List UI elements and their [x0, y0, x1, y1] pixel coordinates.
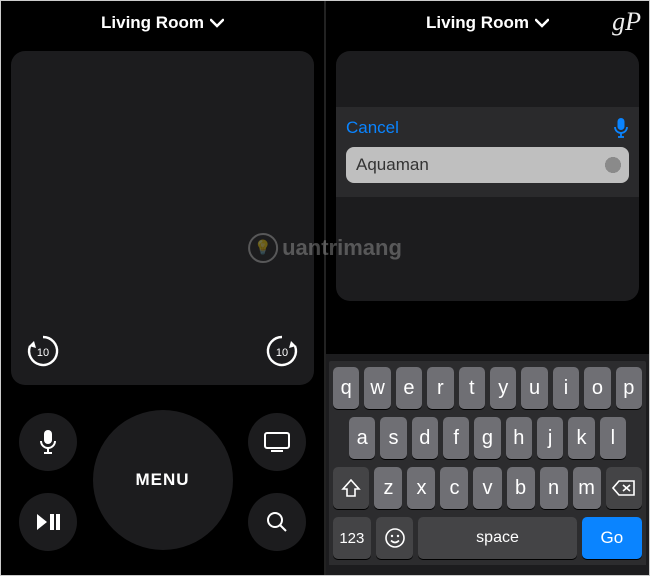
key-s[interactable]: s [380, 417, 406, 459]
shift-icon [341, 479, 361, 497]
emoji-key[interactable] [376, 517, 414, 559]
svg-text:10: 10 [37, 347, 49, 359]
backspace-key[interactable] [606, 467, 642, 509]
key-c[interactable]: c [440, 467, 468, 509]
search-button[interactable] [248, 493, 306, 551]
keyboard: qwertyuiop asdfghjkl zxcvbnm 123 [326, 354, 649, 575]
key-g[interactable]: g [474, 417, 500, 459]
touch-surface-right[interactable]: Cancel [336, 51, 639, 301]
chevron-down-icon [210, 18, 224, 28]
room-selector[interactable]: Living Room [1, 1, 324, 45]
microphone-icon [613, 117, 629, 139]
key-r[interactable]: r [427, 367, 453, 409]
go-key[interactable]: Go [582, 517, 642, 559]
room-selector-right[interactable]: Living Room [326, 1, 649, 45]
voice-button[interactable] [19, 413, 77, 471]
key-e[interactable]: e [396, 367, 422, 409]
key-v[interactable]: v [473, 467, 501, 509]
svg-text:10: 10 [276, 347, 288, 359]
key-f[interactable]: f [443, 417, 469, 459]
tv-button[interactable] [248, 413, 306, 471]
tv-icon [263, 431, 291, 453]
emoji-icon [384, 527, 406, 549]
touch-surface[interactable]: 10 10 [11, 51, 314, 385]
key-h[interactable]: h [506, 417, 532, 459]
corner-watermark: gP [612, 7, 641, 37]
key-z[interactable]: z [374, 467, 402, 509]
skip-forward-button[interactable]: 10 [260, 329, 304, 373]
controls-area: MENU [1, 385, 324, 575]
key-y[interactable]: y [490, 367, 516, 409]
key-u[interactable]: u [521, 367, 547, 409]
search-icon [265, 510, 289, 534]
key-p[interactable]: p [616, 367, 642, 409]
dictation-button[interactable] [613, 117, 629, 139]
keyboard-pane: gP Living Room Cancel qwertyuiop a [324, 1, 649, 575]
key-k[interactable]: k [568, 417, 594, 459]
key-b[interactable]: b [507, 467, 535, 509]
key-i[interactable]: i [553, 367, 579, 409]
shift-key[interactable] [333, 467, 369, 509]
room-name: Living Room [101, 13, 204, 33]
numbers-key[interactable]: 123 [333, 517, 371, 559]
menu-button[interactable]: MENU [93, 410, 233, 550]
key-l[interactable]: l [600, 417, 626, 459]
key-j[interactable]: j [537, 417, 563, 459]
key-m[interactable]: m [573, 467, 601, 509]
room-name-right: Living Room [426, 13, 529, 33]
skip-back-button[interactable]: 10 [21, 329, 65, 373]
key-o[interactable]: o [584, 367, 610, 409]
play-pause-icon [35, 512, 61, 532]
remote-pane: Living Room 10 10 [1, 1, 324, 575]
key-w[interactable]: w [364, 367, 390, 409]
chevron-down-icon [535, 18, 549, 28]
search-input[interactable] [346, 147, 629, 183]
key-n[interactable]: n [540, 467, 568, 509]
play-pause-button[interactable] [19, 493, 77, 551]
microphone-icon [38, 429, 58, 455]
cancel-button[interactable]: Cancel [346, 118, 399, 138]
key-q[interactable]: q [333, 367, 359, 409]
key-a[interactable]: a [349, 417, 375, 459]
menu-label: MENU [135, 470, 189, 490]
text-input-panel: Cancel [336, 107, 639, 197]
space-key[interactable]: space [418, 517, 576, 559]
key-d[interactable]: d [412, 417, 438, 459]
key-t[interactable]: t [459, 367, 485, 409]
backspace-icon [612, 479, 636, 497]
key-x[interactable]: x [407, 467, 435, 509]
